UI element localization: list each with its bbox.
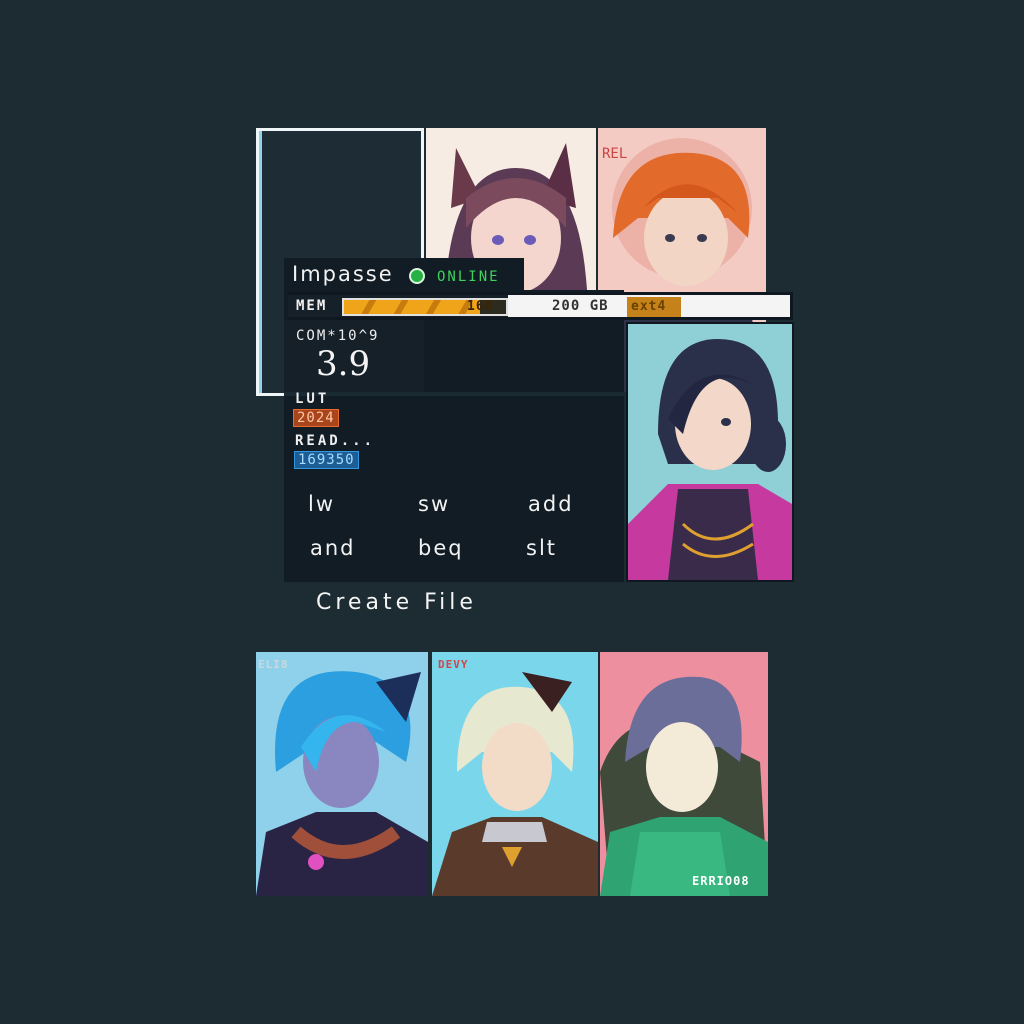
dark-hair-character-icon (628, 324, 792, 580)
portrait-slot-bottom-3[interactable]: ERRIO08 (600, 652, 768, 896)
lut-label: LUT (295, 391, 330, 407)
memory-used: 168 (467, 299, 494, 314)
filesystem-label: ext4 (631, 299, 667, 314)
instruction-slt[interactable]: slt (526, 536, 557, 560)
portrait-tag-2: DEVY (438, 658, 469, 671)
instruction-lw[interactable]: lw (308, 492, 335, 516)
instruction-and[interactable]: and (310, 536, 356, 560)
compute-value: 3.9 (316, 344, 371, 384)
instruction-beq[interactable]: beq (418, 536, 464, 560)
read-value-badge: 169350 (294, 451, 359, 469)
portrait-tag-3: ERRIO08 (692, 874, 750, 888)
divider (284, 392, 624, 396)
memory-fill (344, 300, 480, 314)
status-text: ONLINE (437, 269, 500, 285)
portrait-slot-bottom-1[interactable]: ELI8 (256, 652, 428, 896)
create-file-button[interactable]: Create File (316, 590, 477, 615)
profile-title: Impasse (292, 262, 394, 286)
portrait-slot-bottom-2[interactable]: DEVY (432, 652, 598, 896)
lut-value-badge: 2024 (293, 409, 339, 427)
green-armor-character-icon (600, 652, 768, 896)
memory-total: 200 GB (552, 298, 609, 314)
svg-text:REL: REL (602, 146, 627, 162)
memory-label: MEM (296, 298, 328, 314)
portrait-tag-1: ELI8 (258, 658, 289, 671)
blonde-character-icon (432, 652, 598, 896)
read-label: READ... (295, 433, 376, 449)
status-dot-icon (409, 268, 425, 284)
instruction-add[interactable]: add (528, 492, 574, 516)
instruction-sw[interactable]: sw (418, 492, 450, 516)
compute-label: COM*10^9 (296, 328, 380, 344)
selected-character-portrait (626, 322, 794, 582)
blue-hair-character-icon (256, 652, 428, 896)
